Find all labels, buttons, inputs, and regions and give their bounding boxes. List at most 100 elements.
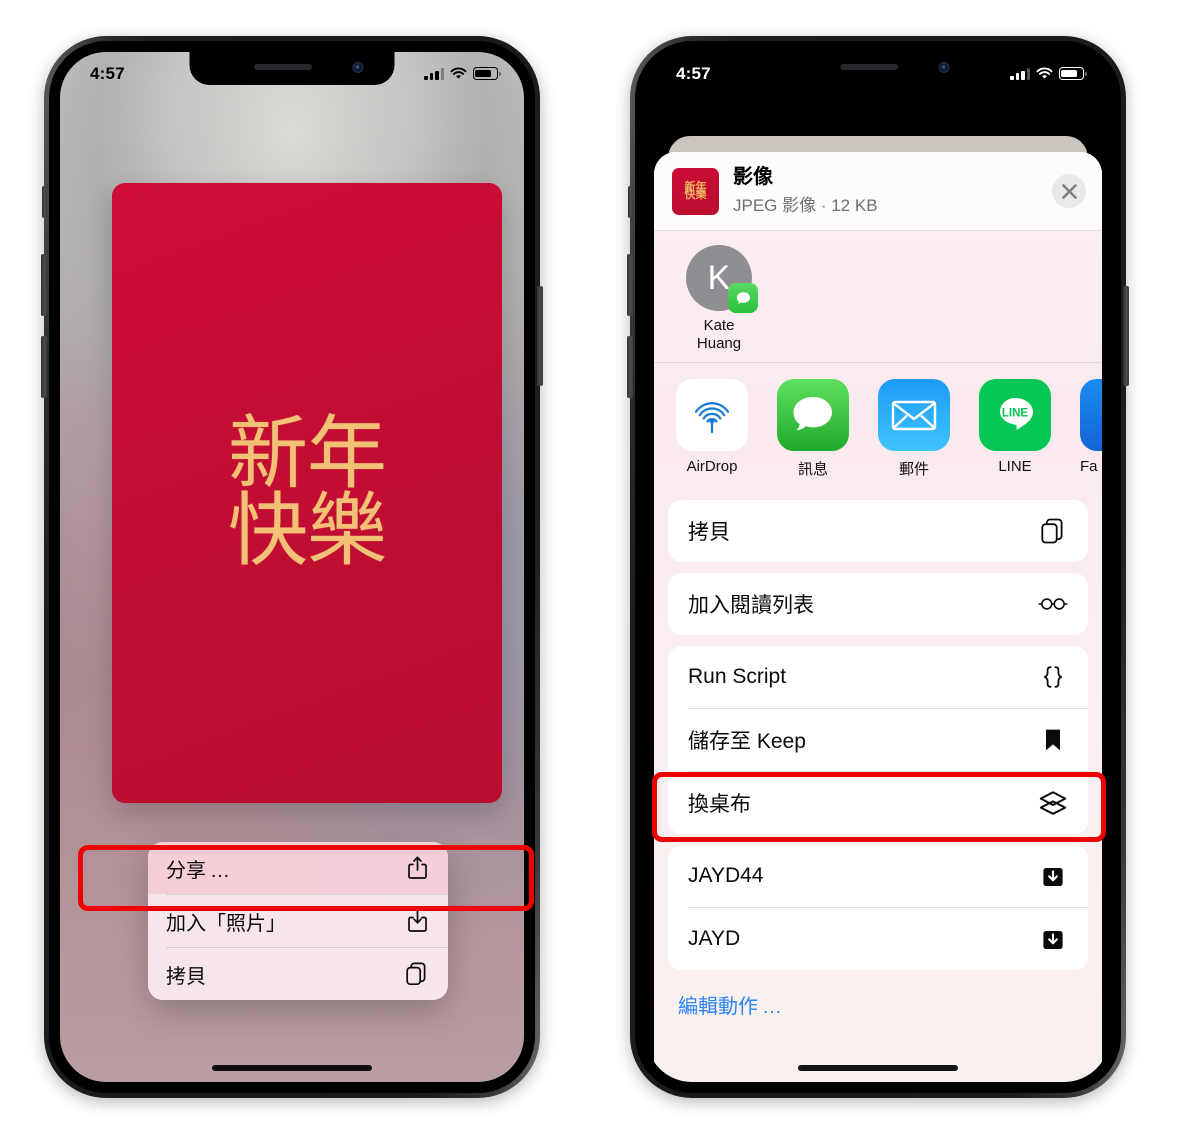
action-label: 拷貝 <box>688 521 730 545</box>
action-row-run-script[interactable]: Run Script <box>668 646 1088 708</box>
action-row-jayd[interactable]: JAYD <box>668 908 1088 970</box>
close-icon[interactable] <box>1052 174 1086 208</box>
right-screen: 4:57 新年 快樂 影像 JPEG 影像 · 12 KB K Kate Hua… <box>646 52 1110 1082</box>
messages-icon <box>777 379 849 452</box>
action-group-copy: 拷貝 <box>668 500 1088 563</box>
share-sheet: 新年 快樂 影像 JPEG 影像 · 12 KB K Kate Huang Ai… <box>654 152 1102 1082</box>
notch <box>189 52 395 85</box>
action-label: 加入閱讀列表 <box>688 594 814 618</box>
share-app-label: 訊息 <box>797 461 828 479</box>
phone-bezel: 4:57 <box>49 41 535 1093</box>
action-label: 儲存至 Keep <box>688 730 806 754</box>
svg-text:LINE: LINE <box>1002 408 1029 420</box>
share-icon <box>404 855 430 881</box>
action-group-reading-list: 加入閱讀列表 <box>668 573 1088 636</box>
notch <box>775 52 981 85</box>
wifi-icon <box>1036 67 1053 80</box>
wifi-icon <box>450 67 467 80</box>
glasses-icon <box>1038 589 1068 619</box>
volume-up-button[interactable] <box>41 254 47 316</box>
share-app-facebook[interactable]: Fa <box>1080 379 1102 479</box>
silent-switch[interactable] <box>628 186 633 218</box>
home-indicator[interactable] <box>212 1065 372 1071</box>
left-screen: 4:57 新年 快樂 分享 … 加入「照片」 拷貝 <box>60 52 524 1082</box>
earpiece-speaker <box>839 64 898 70</box>
share-app-messages[interactable]: 訊息 <box>777 379 849 479</box>
status-time: 4:57 <box>90 63 125 83</box>
volume-down-button[interactable] <box>41 336 47 398</box>
action-label: 換桌布 <box>688 793 751 817</box>
action-row-change-wallpaper[interactable]: 換桌布 <box>668 772 1088 834</box>
context-menu-item-copy[interactable]: 拷貝 <box>148 948 448 1000</box>
action-group-extensions: Run Script 儲存至 Keep 換桌布 <box>668 646 1088 835</box>
signal-bars-icon <box>424 67 444 80</box>
iphone-right: 4:57 新年 快樂 影像 JPEG 影像 · 12 KB K Kate Hua… <box>627 36 1129 1098</box>
action-row-save-to-keep[interactable]: 儲存至 Keep <box>668 709 1088 771</box>
share-item-meta: 影像 JPEG 影像 · 12 KB <box>733 166 1038 216</box>
context-menu-item-add-to-photos[interactable]: 加入「照片」 <box>148 895 448 947</box>
power-button[interactable] <box>537 286 543 386</box>
share-apps-row: AirDrop 訊息 郵件 LINE LINE Fa <box>654 363 1102 489</box>
home-indicator[interactable] <box>798 1065 958 1071</box>
action-label: Run Script <box>688 665 787 689</box>
image-thumbnail: 新年 快樂 <box>672 167 719 215</box>
share-app-mail[interactable]: 郵件 <box>878 379 950 479</box>
share-app-label: Fa <box>1080 458 1098 476</box>
action-row-copy[interactable]: 拷貝 <box>668 500 1088 562</box>
front-camera-icon <box>938 62 950 73</box>
airdrop-icon <box>676 379 748 452</box>
status-time: 4:57 <box>676 63 711 83</box>
bookmark-icon <box>1038 725 1068 755</box>
share-item-subtitle: JPEG 影像 · 12 KB <box>733 196 878 215</box>
download-icon <box>1038 924 1068 954</box>
copy-icon <box>1038 516 1068 546</box>
silent-switch[interactable] <box>42 186 47 218</box>
context-menu-item-label: 分享 … <box>166 859 231 882</box>
action-group-shortcuts: JAYD44 JAYD <box>668 845 1088 971</box>
card-line-1: 新年 <box>228 407 387 501</box>
layers-icon <box>1038 788 1068 818</box>
facebook-icon <box>1080 379 1102 452</box>
share-app-label: LINE <box>998 458 1032 476</box>
contact-name-line1: Kate <box>703 317 735 334</box>
download-icon <box>1038 861 1068 891</box>
action-row-add-reading-list[interactable]: 加入閱讀列表 <box>668 573 1088 635</box>
power-button[interactable] <box>1123 286 1129 386</box>
screenshot-stage: 4:57 新年 快樂 分享 … 加入「照片」 拷貝 4:57 新年 快樂 影像 … <box>0 0 1200 1141</box>
context-menu-item-label: 加入「照片」 <box>166 912 286 935</box>
context-menu-item-label: 拷貝 <box>166 965 206 988</box>
line-icon: LINE <box>979 379 1051 452</box>
earpiece-speaker <box>253 64 312 70</box>
share-item-title: 影像 <box>733 166 773 188</box>
card-line-2: 快樂 <box>228 484 387 577</box>
action-label: JAYD <box>688 927 741 951</box>
context-menu: 分享 … 加入「照片」 拷貝 <box>148 842 448 1000</box>
edit-actions-link[interactable]: 編輯動作 … <box>654 970 1102 1019</box>
context-menu-item-share[interactable]: 分享 … <box>148 842 448 894</box>
messages-badge-icon <box>728 283 758 313</box>
battery-icon <box>473 67 501 80</box>
contact-name-line2: Huang <box>696 334 742 352</box>
share-app-line[interactable]: LINE LINE <box>979 379 1051 479</box>
save-to-photos-icon <box>404 908 430 934</box>
volume-down-button[interactable] <box>627 336 633 398</box>
share-app-label: 郵件 <box>898 461 929 479</box>
contact-kate-huang[interactable]: K Kate Huang <box>676 245 762 352</box>
iphone-left: 4:57 新年 快樂 分享 … 加入「照片」 拷貝 <box>41 36 543 1098</box>
action-row-jayd44[interactable]: JAYD44 <box>668 845 1088 907</box>
phone-bezel: 4:57 <box>635 41 1121 1093</box>
battery-icon <box>1059 67 1087 80</box>
action-label: JAYD44 <box>688 864 764 888</box>
braces-icon <box>1038 662 1068 692</box>
volume-up-button[interactable] <box>627 254 633 316</box>
copy-icon <box>404 961 430 987</box>
signal-bars-icon <box>1010 67 1030 80</box>
share-app-label: AirDrop <box>686 458 738 476</box>
share-sheet-header: 新年 快樂 影像 JPEG 影像 · 12 KB <box>654 152 1102 231</box>
card-glyph: 新年 快樂 <box>219 407 395 577</box>
suggested-contacts-row: K Kate Huang <box>654 231 1102 364</box>
share-app-airdrop[interactable]: AirDrop <box>676 379 748 479</box>
front-camera-icon <box>352 62 364 73</box>
contact-name: Kate Huang <box>676 317 762 352</box>
new-year-card: 新年 快樂 <box>112 183 502 803</box>
